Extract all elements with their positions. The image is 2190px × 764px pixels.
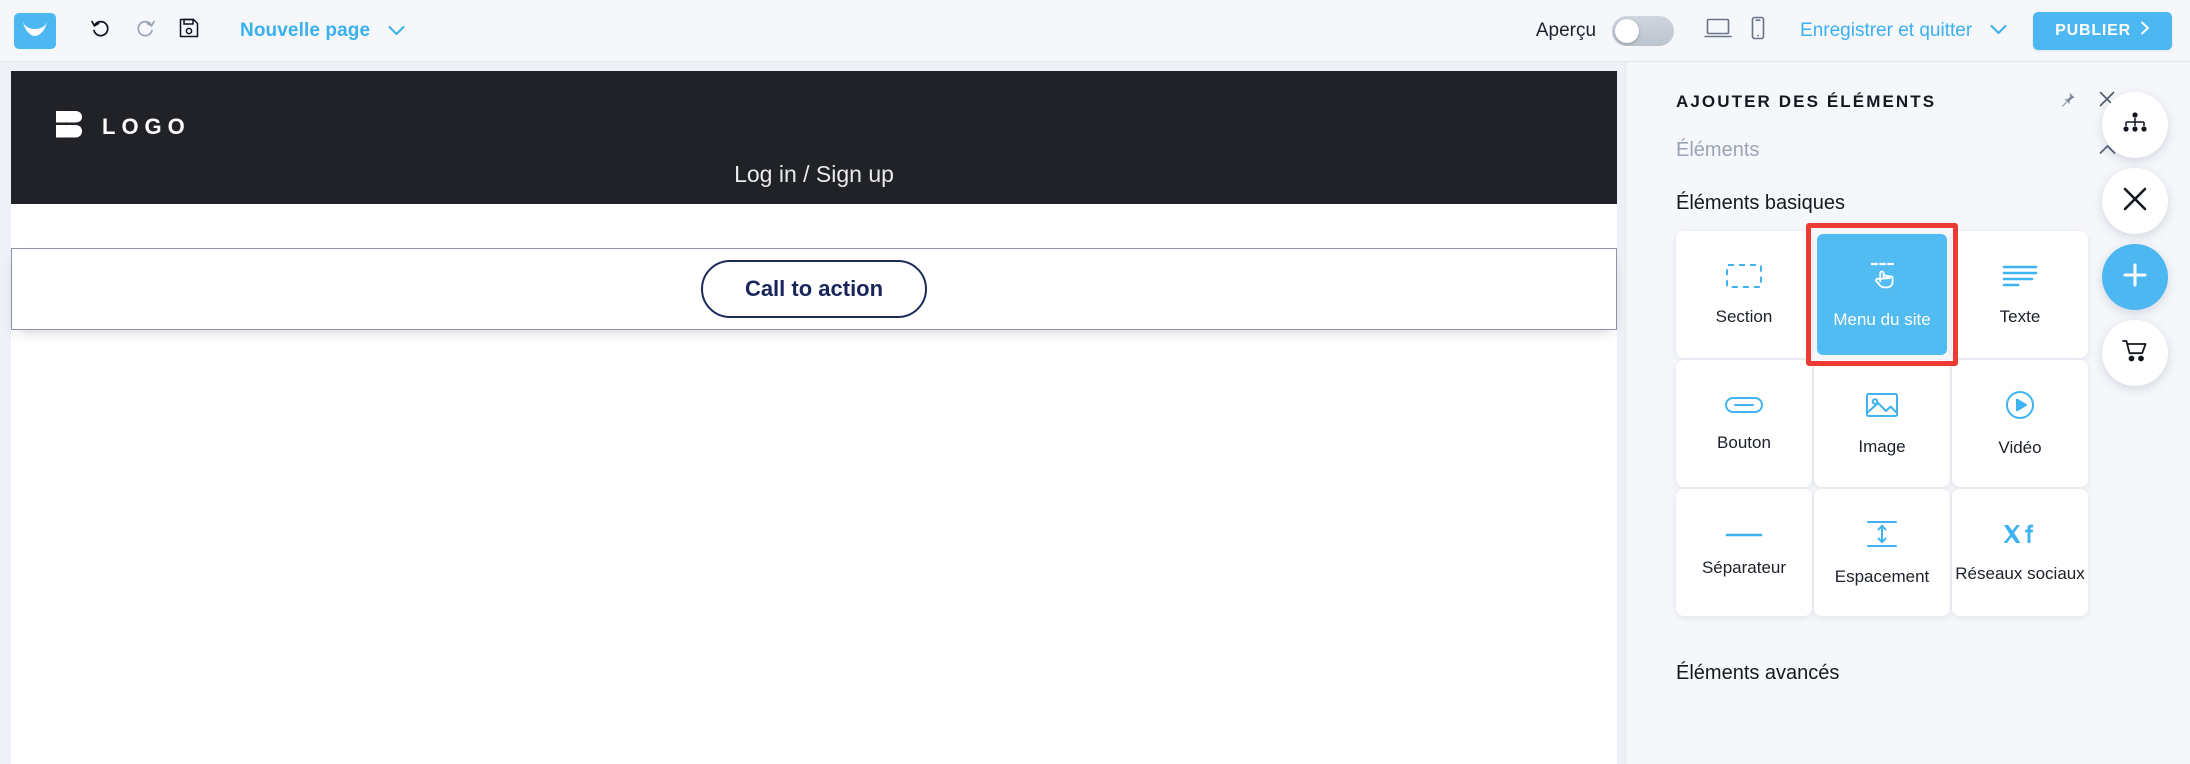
element-card-separateur[interactable]: Séparateur bbox=[1676, 489, 1812, 616]
cart-button[interactable] bbox=[2102, 320, 2168, 386]
pill-button-icon bbox=[1724, 395, 1764, 420]
element-card-label: Réseaux sociaux bbox=[1955, 563, 2085, 583]
redo-button[interactable] bbox=[128, 14, 162, 48]
elements-grid: Section Menu du site Texte Bouton Image … bbox=[1676, 223, 2088, 616]
chevron-right-icon bbox=[2140, 21, 2150, 40]
toggle-knob bbox=[1615, 18, 1640, 43]
vertical-arrows-icon bbox=[1865, 519, 1899, 554]
element-card-video[interactable]: Vidéo bbox=[1952, 360, 2088, 487]
element-card-label: Séparateur bbox=[1701, 558, 1787, 577]
element-card-label: Bouton bbox=[1717, 432, 1771, 452]
plus-icon bbox=[2122, 262, 2148, 293]
cart-icon bbox=[2121, 338, 2149, 369]
redo-icon bbox=[133, 16, 157, 45]
pin-icon[interactable] bbox=[2059, 91, 2076, 113]
publish-button[interactable]: PUBLIER bbox=[2033, 11, 2172, 50]
mobile-view-button[interactable] bbox=[1738, 13, 1778, 49]
grid-cell: Réseaux sociaux bbox=[1952, 489, 2088, 616]
accordion-label: Éléments bbox=[1676, 139, 1760, 161]
horizontal-line-icon bbox=[1725, 527, 1763, 545]
element-card-label: Menu du site bbox=[1833, 309, 1931, 329]
page-name-label: Nouvelle page bbox=[240, 19, 371, 41]
cta-button-label: Call to action bbox=[744, 276, 884, 301]
element-card-reseaux-sociaux[interactable]: Réseaux sociaux bbox=[1952, 489, 2088, 616]
site-nav-label: Log in / Sign up bbox=[734, 161, 894, 187]
element-card-label: Vidéo bbox=[1998, 437, 2042, 457]
top-toolbar: Nouvelle page Aperçu Enregistrer et quit… bbox=[0, 0, 2190, 62]
chevron-down-icon[interactable] bbox=[1990, 22, 2007, 40]
element-card-label: Image bbox=[1858, 436, 1906, 456]
element-card-section[interactable]: Section bbox=[1676, 231, 1812, 358]
basic-elements-heading: Éléments basiques bbox=[1676, 192, 1845, 214]
element-card-texte[interactable]: Texte bbox=[1952, 231, 2088, 358]
element-card-label: Texte bbox=[1999, 306, 2041, 326]
element-card-label: Espacement bbox=[1834, 566, 1930, 586]
site-header-section[interactable]: LOGO Log in / Sign up bbox=[11, 71, 1617, 204]
save-button[interactable] bbox=[172, 14, 206, 48]
bb-logo-icon bbox=[54, 109, 86, 145]
close-rail-button[interactable] bbox=[2102, 168, 2168, 234]
save-and-quit-button[interactable]: Enregistrer et quitter bbox=[1800, 20, 1972, 42]
page-selector[interactable]: Nouvelle page bbox=[240, 20, 405, 42]
desktop-view-button[interactable] bbox=[1698, 13, 1738, 49]
element-card-bouton[interactable]: Bouton bbox=[1676, 360, 1812, 487]
advanced-elements-heading: Éléments avancés bbox=[1676, 662, 1840, 684]
undo-icon bbox=[89, 16, 113, 45]
site-login-signup-link[interactable]: Log in / Sign up bbox=[11, 161, 1617, 188]
call-to-action-button[interactable]: Call to action bbox=[700, 260, 928, 318]
panel-title: AJOUTER DES ÉLÉMENTS bbox=[1676, 91, 1937, 111]
play-circle-icon bbox=[2005, 390, 2035, 425]
site-page: LOGO Log in / Sign up Call to action bbox=[11, 71, 1617, 764]
preview-label: Aperçu bbox=[1535, 19, 1597, 41]
site-logo[interactable]: LOGO bbox=[54, 109, 191, 145]
add-element-button[interactable] bbox=[2102, 244, 2168, 310]
element-card-image[interactable]: Image bbox=[1814, 360, 1950, 487]
topbar-right-group: Aperçu Enregistrer et quitter PUBLIER bbox=[1535, 11, 2190, 50]
cta-section-selected[interactable]: Call to action bbox=[11, 248, 1617, 330]
site-canvas[interactable]: LOGO Log in / Sign up Call to action bbox=[0, 62, 1625, 764]
image-icon bbox=[1865, 391, 1899, 424]
grid-cell: Bouton bbox=[1676, 360, 1812, 487]
grid-cell: Menu du site bbox=[1806, 223, 1958, 366]
panel-header: AJOUTER DES ÉLÉMENTS bbox=[1676, 90, 2116, 113]
site-logo-text: LOGO bbox=[102, 114, 191, 139]
text-lines-icon bbox=[2002, 263, 2038, 294]
sitemap-button[interactable] bbox=[2102, 92, 2168, 158]
grid-cell: Espacement bbox=[1814, 489, 1950, 616]
dashed-rectangle-icon bbox=[1725, 263, 1763, 294]
element-card-label: Section bbox=[1715, 306, 1773, 326]
save-and-quit-label: Enregistrer et quitter bbox=[1800, 19, 1973, 41]
desktop-icon bbox=[1704, 17, 1732, 44]
site-body-empty-area[interactable] bbox=[11, 330, 1617, 764]
grid-cell: Section bbox=[1676, 231, 1812, 358]
preview-toggle[interactable] bbox=[1612, 15, 1675, 46]
floating-action-rail bbox=[2096, 92, 2174, 386]
mobile-icon bbox=[1750, 16, 1766, 45]
chevron-down-icon[interactable] bbox=[388, 20, 405, 42]
floppy-save-icon bbox=[178, 17, 200, 44]
grid-cell: Vidéo bbox=[1952, 360, 2088, 487]
sitemap-icon bbox=[2121, 111, 2149, 140]
close-x-icon bbox=[2122, 186, 2148, 217]
app-logo[interactable] bbox=[14, 12, 56, 49]
grid-cell: Image bbox=[1814, 360, 1950, 487]
spacer-section[interactable] bbox=[11, 204, 1617, 248]
grid-cell: Séparateur bbox=[1676, 489, 1812, 616]
smile-logo-icon bbox=[22, 19, 48, 42]
publish-label: PUBLIER bbox=[2055, 21, 2131, 39]
element-card-menu-du-site[interactable]: Menu du site bbox=[1817, 234, 1947, 355]
elements-accordion-toggle[interactable]: Éléments bbox=[1676, 139, 2116, 162]
undo-button[interactable] bbox=[84, 14, 118, 48]
social-x-f-icon bbox=[1998, 522, 2042, 551]
element-card-espacement[interactable]: Espacement bbox=[1814, 489, 1950, 616]
grid-cell: Texte bbox=[1952, 231, 2088, 358]
hand-pointer-icon bbox=[1863, 260, 1901, 297]
history-actions bbox=[84, 14, 206, 48]
